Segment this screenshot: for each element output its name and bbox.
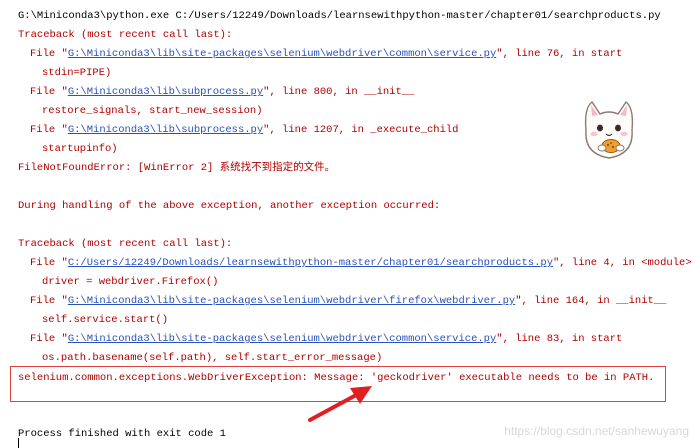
trace-frame: File "G:\Miniconda3\lib\subprocess.py", … [30, 124, 459, 136]
cat-sticker-icon [584, 100, 634, 159]
trace-code: self.service.start() [42, 314, 169, 326]
file-link[interactable]: G:\Miniconda3\lib\site-packages\selenium… [68, 333, 496, 345]
trace-code: stdin=PIPE) [42, 67, 112, 79]
file-link[interactable]: G:\Miniconda3\lib\subprocess.py [68, 86, 263, 98]
trace-code: startupinfo) [42, 143, 118, 155]
traceback-header: Traceback (most recent call last): [18, 238, 233, 250]
watermark: https://blog.csdn.net/sanhewuyang [504, 424, 689, 438]
file-link[interactable]: G:\Miniconda3\lib\subprocess.py [68, 124, 263, 136]
red-arrow-icon [308, 386, 372, 422]
text-cursor [18, 438, 19, 448]
file-link[interactable]: G:\Miniconda3\lib\site-packages\selenium… [68, 48, 496, 60]
traceback-header: Traceback (most recent call last): [18, 29, 233, 41]
file-link[interactable]: C:/Users/12249/Downloads/learnsewithpyth… [68, 257, 553, 269]
during-handling-line: During handling of the above exception, … [18, 200, 441, 212]
trace-code: restore_signals, start_new_session) [42, 105, 263, 117]
filenotfound-error: FileNotFoundError: [WinError 2] 系统找不到指定的… [18, 162, 336, 174]
trace-frame: File "G:\Miniconda3\lib\site-packages\se… [30, 48, 623, 60]
file-link[interactable]: G:\Miniconda3\lib\site-packages\selenium… [68, 295, 515, 307]
exit-status: Process finished with exit code 1 [18, 428, 226, 440]
trace-frame: File "G:\Miniconda3\lib\site-packages\se… [30, 333, 623, 345]
command-line: G:\Miniconda3\python.exe C:/Users/12249/… [18, 10, 661, 22]
trace-frame: File "G:\Miniconda3\lib\subprocess.py", … [30, 86, 415, 98]
trace-code: driver = webdriver.Firefox() [42, 276, 219, 288]
trace-code: os.path.basename(self.path), self.start_… [42, 352, 383, 364]
trace-frame: File "C:/Users/12249/Downloads/learnsewi… [30, 257, 692, 269]
trace-frame: File "G:\Miniconda3\lib\site-packages\se… [30, 295, 667, 307]
